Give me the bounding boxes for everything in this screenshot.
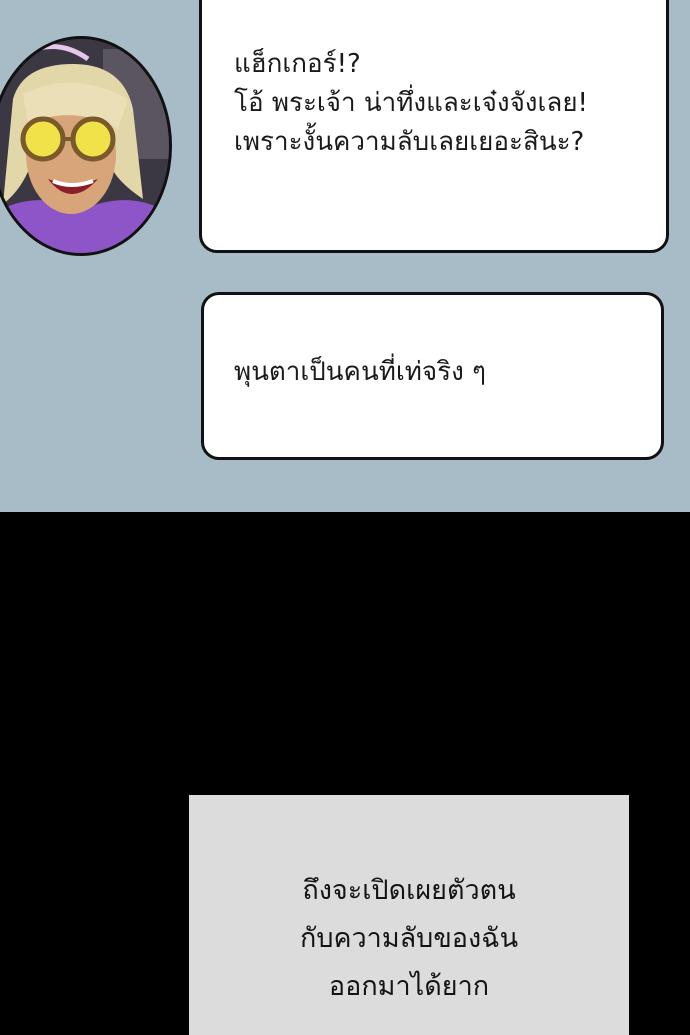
narration-line: ออกมาได้ยาก — [328, 971, 490, 1002]
blonde-woman-avatar-icon — [0, 39, 169, 253]
narration-line: ถึงจะเปิดเผยตัวตน — [302, 875, 516, 906]
narration-line: กับความลับของฉัน — [299, 923, 519, 954]
speech-line: เพราะงั้นความลับเลยเยอะสินะ? — [234, 127, 585, 157]
speech-line: พุนตาเป็นคนที่เท่จริง ๆ — [234, 357, 487, 387]
speech-line: โอ้ พระเจ้า น่าทึ่งและเจ๋งจังเลย! — [234, 88, 588, 118]
speech-bubble: แฮ็กเกอร์!? โอ้ พระเจ้า น่าทึ่งและเจ๋งจั… — [199, 0, 669, 253]
narration-box: ถึงจะเปิดเผยตัวตน กับความลับของฉัน ออกมา… — [189, 795, 629, 1035]
speech-bubble: พุนตาเป็นคนที่เท่จริง ๆ — [201, 292, 664, 460]
speech-line: แฮ็กเกอร์!? — [234, 49, 361, 79]
